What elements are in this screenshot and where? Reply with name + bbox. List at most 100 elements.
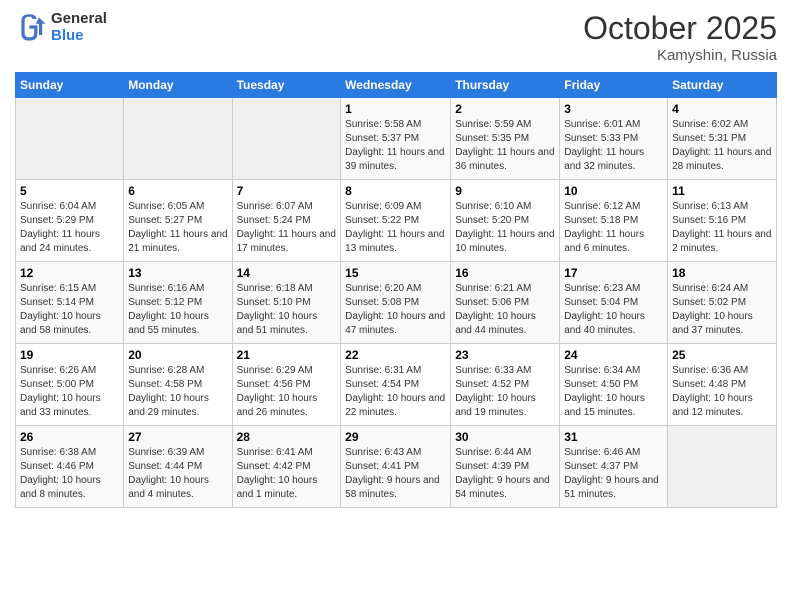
day-info: Sunrise: 6:18 AM Sunset: 5:10 PM Dayligh…: [237, 282, 337, 338]
day-number: 29: [345, 430, 446, 444]
day-cell: 13 Sunrise: 6:16 AM Sunset: 5:12 PM Dayli…: [124, 262, 232, 344]
day-number: 4: [672, 102, 772, 116]
logo: General Blue: [15, 10, 107, 44]
location-subtitle: Kamyshin, Russia: [583, 47, 777, 64]
day-info: Sunrise: 6:31 AM Sunset: 4:54 PM Dayligh…: [345, 364, 446, 420]
day-cell: 20 Sunrise: 6:28 AM Sunset: 4:58 PM Dayli…: [124, 344, 232, 426]
day-info: Sunrise: 6:46 AM Sunset: 4:37 PM Dayligh…: [564, 446, 663, 502]
day-cell: 7Sunrise: 6:07 AM Sunset: 5:24 PM Daylig…: [232, 180, 341, 262]
day-number: 3: [564, 102, 663, 116]
day-cell: 5 Sunrise: 6:04 AM Sunset: 5:29 PM Daylig…: [16, 180, 124, 262]
day-cell: [16, 98, 124, 180]
day-number: 22: [345, 348, 446, 362]
week-row-2: 5 Sunrise: 6:04 AM Sunset: 5:29 PM Daylig…: [16, 180, 777, 262]
day-info: Sunrise: 6:29 AM Sunset: 4:56 PM Dayligh…: [237, 364, 337, 420]
week-row-5: 26 Sunrise: 6:38 AM Sunset: 4:46 PM Dayli…: [16, 426, 777, 508]
day-number: 12: [20, 266, 119, 280]
day-cell: 2 Sunrise: 5:59 AM Sunset: 5:35 PM Daylig…: [451, 98, 560, 180]
day-info: Sunrise: 6:02 AM Sunset: 5:31 PM Dayligh…: [672, 118, 772, 174]
calendar-table: Sunday Monday Tuesday Wednesday Thursday…: [15, 72, 777, 508]
day-info: Sunrise: 6:04 AM Sunset: 5:29 PM Dayligh…: [20, 200, 119, 256]
day-number: 24: [564, 348, 663, 362]
day-cell: 18Sunrise: 6:24 AM Sunset: 5:02 PM Dayli…: [668, 262, 777, 344]
logo-text: General Blue: [51, 10, 107, 44]
day-cell: 11 Sunrise: 6:13 AM Sunset: 5:16 PM Dayli…: [668, 180, 777, 262]
day-cell: 29 Sunrise: 6:43 AM Sunset: 4:41 PM Dayli…: [341, 426, 451, 508]
logo-general: General: [51, 10, 107, 27]
col-friday: Friday: [560, 73, 668, 98]
day-cell: 28Sunrise: 6:41 AM Sunset: 4:42 PM Dayli…: [232, 426, 341, 508]
day-cell: 19Sunrise: 6:26 AM Sunset: 5:00 PM Dayli…: [16, 344, 124, 426]
day-cell: 16Sunrise: 6:21 AM Sunset: 5:06 PM Dayli…: [451, 262, 560, 344]
day-cell: 31 Sunrise: 6:46 AM Sunset: 4:37 PM Dayli…: [560, 426, 668, 508]
day-number: 26: [20, 430, 119, 444]
day-info: Sunrise: 6:01 AM Sunset: 5:33 PM Dayligh…: [564, 118, 663, 174]
month-title: October 2025: [583, 10, 777, 47]
logo-icon: [15, 11, 47, 43]
day-number: 2: [455, 102, 555, 116]
day-cell: [124, 98, 232, 180]
day-cell: 8 Sunrise: 6:09 AM Sunset: 5:22 PM Daylig…: [341, 180, 451, 262]
day-info: Sunrise: 6:38 AM Sunset: 4:46 PM Dayligh…: [20, 446, 119, 502]
day-cell: 9 Sunrise: 6:10 AM Sunset: 5:20 PM Daylig…: [451, 180, 560, 262]
day-number: 19: [20, 348, 119, 362]
day-number: 30: [455, 430, 555, 444]
day-cell: 6 Sunrise: 6:05 AM Sunset: 5:27 PM Daylig…: [124, 180, 232, 262]
day-info: Sunrise: 6:44 AM Sunset: 4:39 PM Dayligh…: [455, 446, 555, 502]
day-cell: [668, 426, 777, 508]
day-number: 8: [345, 184, 446, 198]
title-block: October 2025 Kamyshin, Russia: [583, 10, 777, 64]
day-number: 5: [20, 184, 119, 198]
day-number: 21: [237, 348, 337, 362]
day-info: Sunrise: 5:59 AM Sunset: 5:35 PM Dayligh…: [455, 118, 555, 174]
day-info: Sunrise: 6:07 AM Sunset: 5:24 PM Dayligh…: [237, 200, 337, 256]
day-number: 10: [564, 184, 663, 198]
day-cell: 26 Sunrise: 6:38 AM Sunset: 4:46 PM Dayli…: [16, 426, 124, 508]
day-number: 13: [128, 266, 227, 280]
day-cell: 1Sunrise: 5:58 AM Sunset: 5:37 PM Daylig…: [341, 98, 451, 180]
day-info: Sunrise: 6:12 AM Sunset: 5:18 PM Dayligh…: [564, 200, 663, 256]
day-info: Sunrise: 6:43 AM Sunset: 4:41 PM Dayligh…: [345, 446, 446, 502]
day-number: 28: [237, 430, 337, 444]
col-sunday: Sunday: [16, 73, 124, 98]
logo-blue: Blue: [51, 27, 107, 44]
week-row-4: 19Sunrise: 6:26 AM Sunset: 5:00 PM Dayli…: [16, 344, 777, 426]
day-info: Sunrise: 6:34 AM Sunset: 4:50 PM Dayligh…: [564, 364, 663, 420]
day-cell: 12 Sunrise: 6:15 AM Sunset: 5:14 PM Dayli…: [16, 262, 124, 344]
day-cell: 21 Sunrise: 6:29 AM Sunset: 4:56 PM Dayli…: [232, 344, 341, 426]
header-row: Sunday Monday Tuesday Wednesday Thursday…: [16, 73, 777, 98]
day-info: Sunrise: 6:13 AM Sunset: 5:16 PM Dayligh…: [672, 200, 772, 256]
day-cell: 17 Sunrise: 6:23 AM Sunset: 5:04 PM Dayli…: [560, 262, 668, 344]
day-info: Sunrise: 6:15 AM Sunset: 5:14 PM Dayligh…: [20, 282, 119, 338]
day-info: Sunrise: 6:05 AM Sunset: 5:27 PM Dayligh…: [128, 200, 227, 256]
day-number: 18: [672, 266, 772, 280]
day-number: 17: [564, 266, 663, 280]
day-number: 15: [345, 266, 446, 280]
col-monday: Monday: [124, 73, 232, 98]
page-header: General Blue October 2025 Kamyshin, Russ…: [15, 10, 777, 64]
day-info: Sunrise: 5:58 AM Sunset: 5:37 PM Dayligh…: [345, 118, 446, 174]
day-cell: 23Sunrise: 6:33 AM Sunset: 4:52 PM Dayli…: [451, 344, 560, 426]
day-number: 31: [564, 430, 663, 444]
day-number: 23: [455, 348, 555, 362]
day-info: Sunrise: 6:09 AM Sunset: 5:22 PM Dayligh…: [345, 200, 446, 256]
col-thursday: Thursday: [451, 73, 560, 98]
day-number: 11: [672, 184, 772, 198]
day-cell: [232, 98, 341, 180]
day-info: Sunrise: 6:10 AM Sunset: 5:20 PM Dayligh…: [455, 200, 555, 256]
day-info: Sunrise: 6:28 AM Sunset: 4:58 PM Dayligh…: [128, 364, 227, 420]
day-number: 27: [128, 430, 227, 444]
day-cell: 14 Sunrise: 6:18 AM Sunset: 5:10 PM Dayli…: [232, 262, 341, 344]
day-number: 14: [237, 266, 337, 280]
day-number: 6: [128, 184, 227, 198]
day-number: 20: [128, 348, 227, 362]
day-cell: 25Sunrise: 6:36 AM Sunset: 4:48 PM Dayli…: [668, 344, 777, 426]
week-row-3: 12 Sunrise: 6:15 AM Sunset: 5:14 PM Dayli…: [16, 262, 777, 344]
day-number: 9: [455, 184, 555, 198]
day-info: Sunrise: 6:16 AM Sunset: 5:12 PM Dayligh…: [128, 282, 227, 338]
col-tuesday: Tuesday: [232, 73, 341, 98]
day-info: Sunrise: 6:36 AM Sunset: 4:48 PM Dayligh…: [672, 364, 772, 420]
day-info: Sunrise: 6:23 AM Sunset: 5:04 PM Dayligh…: [564, 282, 663, 338]
day-info: Sunrise: 6:21 AM Sunset: 5:06 PM Dayligh…: [455, 282, 555, 338]
day-cell: 4 Sunrise: 6:02 AM Sunset: 5:31 PM Daylig…: [668, 98, 777, 180]
